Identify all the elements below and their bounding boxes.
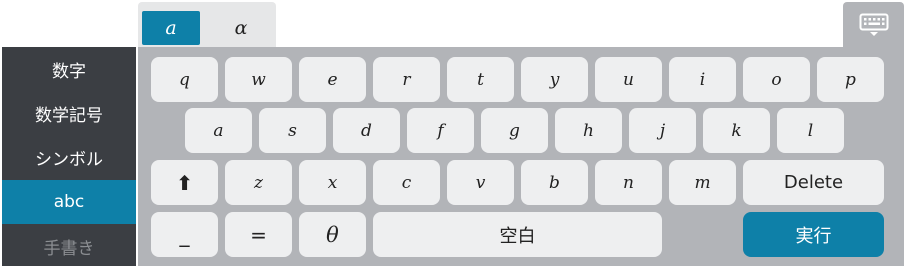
sidebar-item-numbers[interactable]: 数字 bbox=[2, 47, 136, 91]
key-d[interactable]: d bbox=[333, 108, 400, 153]
key-x[interactable]: x bbox=[299, 160, 366, 205]
key-u[interactable]: u bbox=[595, 57, 662, 102]
key-y[interactable]: y bbox=[521, 57, 588, 102]
keyboard-panel: q w e r t y u i o p a s d f g h j k l ⬆ … bbox=[138, 47, 904, 266]
key-a[interactable]: a bbox=[185, 108, 252, 153]
equals-key[interactable]: = bbox=[225, 212, 292, 257]
sidebar-item-symbols[interactable]: シンボル bbox=[2, 135, 136, 179]
key-k[interactable]: k bbox=[703, 108, 770, 153]
delete-key[interactable]: Delete bbox=[743, 160, 884, 205]
category-sidebar: 数字 数学記号 シンボル abc 手書き bbox=[2, 47, 136, 266]
key-t[interactable]: t bbox=[447, 57, 514, 102]
key-n[interactable]: n bbox=[595, 160, 662, 205]
key-i[interactable]: i bbox=[669, 57, 736, 102]
shift-key[interactable]: ⬆ bbox=[151, 160, 218, 205]
hide-keyboard-button[interactable] bbox=[843, 2, 904, 47]
key-l[interactable]: l bbox=[777, 108, 844, 153]
key-z[interactable]: z bbox=[225, 160, 292, 205]
key-v[interactable]: v bbox=[447, 160, 514, 205]
alphabet-tabs: a α bbox=[138, 2, 276, 47]
key-f[interactable]: f bbox=[407, 108, 474, 153]
underscore-key[interactable]: _ bbox=[151, 212, 218, 257]
key-o[interactable]: o bbox=[743, 57, 810, 102]
key-b[interactable]: b bbox=[521, 160, 588, 205]
key-c[interactable]: c bbox=[373, 160, 440, 205]
sidebar-item-math-symbols[interactable]: 数学記号 bbox=[2, 91, 136, 135]
execute-button[interactable]: 実行 bbox=[743, 212, 884, 257]
key-j[interactable]: j bbox=[629, 108, 696, 153]
key-p[interactable]: p bbox=[817, 57, 884, 102]
sidebar-item-abc[interactable]: abc bbox=[2, 180, 136, 224]
key-e[interactable]: e bbox=[299, 57, 366, 102]
sidebar-item-handwriting[interactable]: 手書き bbox=[2, 224, 136, 268]
key-q[interactable]: q bbox=[151, 57, 218, 102]
key-m[interactable]: m bbox=[669, 160, 736, 205]
key-h[interactable]: h bbox=[555, 108, 622, 153]
tab-latin[interactable]: a bbox=[142, 11, 200, 45]
key-r[interactable]: r bbox=[373, 57, 440, 102]
key-w[interactable]: w bbox=[225, 57, 292, 102]
space-key[interactable]: 空白 bbox=[373, 212, 662, 257]
key-g[interactable]: g bbox=[481, 108, 548, 153]
theta-key[interactable]: θ bbox=[299, 212, 366, 257]
key-s[interactable]: s bbox=[259, 108, 326, 153]
keyboard-hide-icon bbox=[859, 13, 888, 36]
tab-greek[interactable]: α bbox=[212, 11, 270, 45]
